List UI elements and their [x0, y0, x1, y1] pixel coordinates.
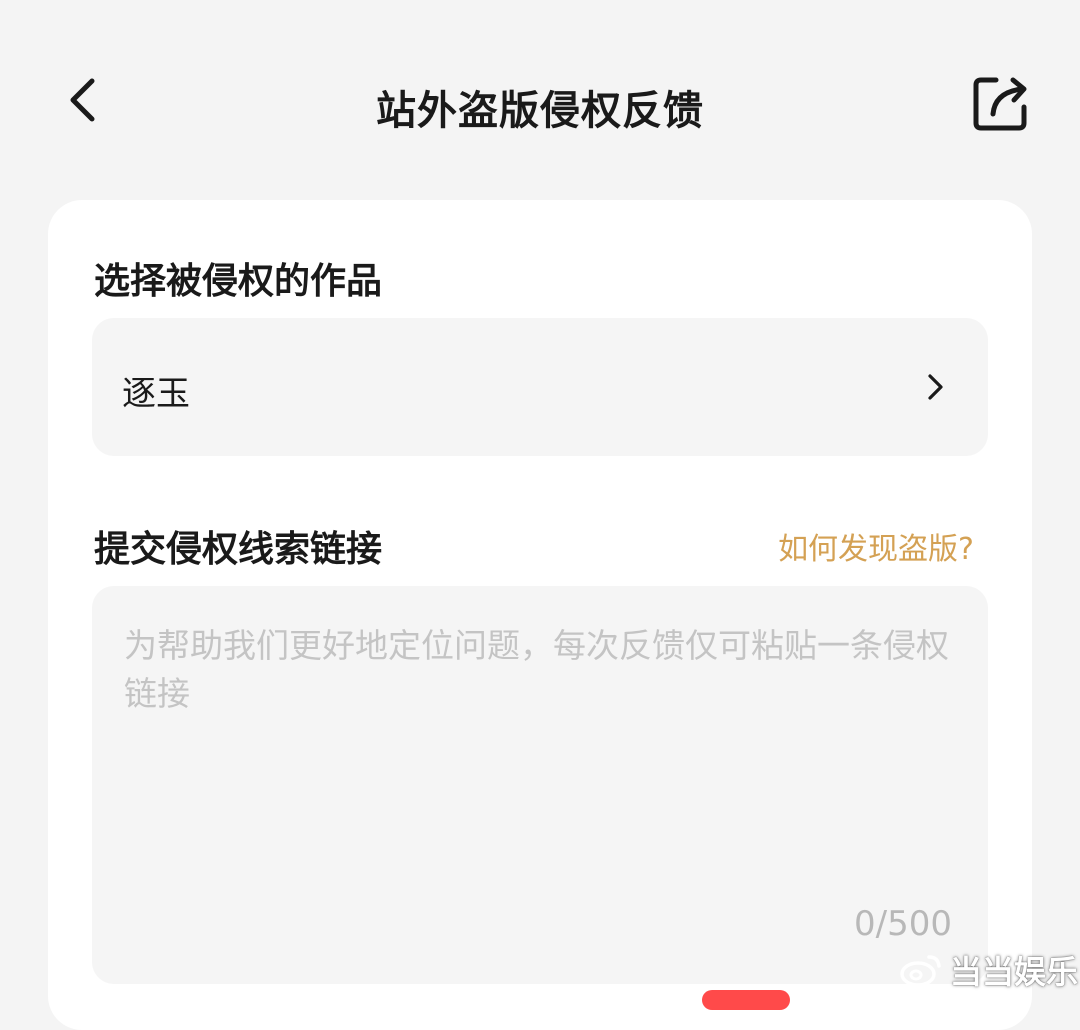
work-selector[interactable]: 逐玉: [92, 318, 988, 456]
feedback-card: 选择被侵权的作品 逐玉 提交侵权线索链接 如何发现盗版? 0/500: [48, 200, 1032, 1030]
navigation-bar: 站外盗版侵权反馈: [0, 50, 1080, 150]
link-input-container: 0/500: [92, 586, 988, 984]
watermark-text: 当当娱乐: [950, 953, 1079, 991]
submit-button[interactable]: [702, 990, 790, 1010]
page-title: 站外盗版侵权反馈: [376, 88, 704, 134]
link-section-title: 提交侵权线索链接: [94, 529, 383, 570]
how-to-find-piracy-link[interactable]: 如何发现盗版?: [778, 524, 974, 568]
share-button[interactable]: [966, 68, 1036, 138]
selected-work: 逐玉: [122, 374, 190, 414]
chevron-right-icon: [928, 374, 943, 400]
work-section-title: 选择被侵权的作品: [94, 261, 383, 302]
weibo-logo-icon: [900, 955, 941, 987]
share-icon: [973, 77, 1027, 131]
watermark: 当当娱乐: [900, 950, 1079, 991]
character-counter: 0/500: [854, 904, 952, 944]
link-input[interactable]: [124, 622, 956, 912]
